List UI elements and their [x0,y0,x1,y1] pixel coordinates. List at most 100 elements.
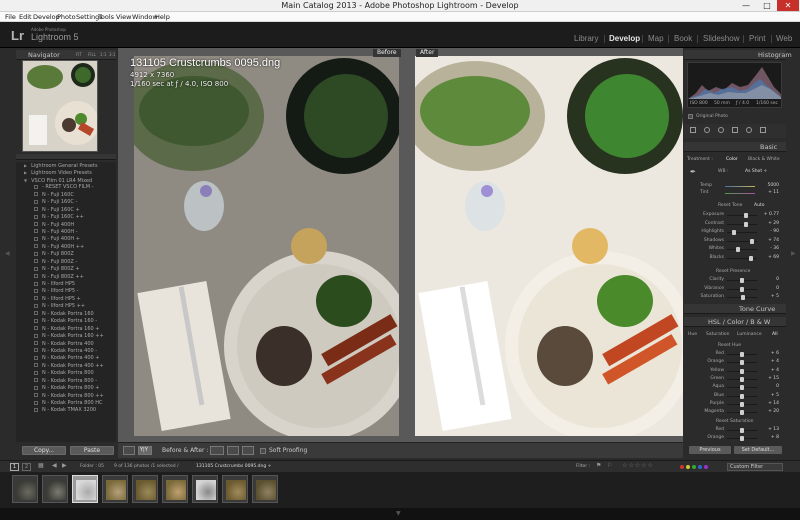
preset-item[interactable]: N - Fuji 800Z + [16,266,116,273]
preset-item[interactable]: N - Fuji 160C [16,192,116,199]
preset-item[interactable]: N - Kodak Portra 800 - [16,378,116,385]
module-library[interactable]: Library [574,34,598,43]
slider-knob[interactable] [740,436,744,441]
menu-photo[interactable]: Photo [57,13,76,21]
back-arrow-icon[interactable]: ◀ [52,462,57,469]
histogram-header[interactable]: Histogram [684,50,792,60]
label-purple-swatch[interactable] [704,465,708,469]
slider-track[interactable] [727,215,757,216]
slider-knob[interactable] [735,247,740,252]
set-default-button[interactable]: Set Default... [734,446,782,454]
loupe-view-button[interactable] [123,446,135,455]
temp-value[interactable]: 5000 [757,183,779,188]
right-panel-toggle-icon[interactable]: ▶ [791,250,796,257]
tint-value[interactable]: + 11 [757,190,779,195]
preset-item[interactable]: N - Fuji 160C ++ [16,214,116,221]
slider-knob[interactable] [740,352,744,357]
filmstrip-thumb[interactable] [42,475,68,503]
filmstrip-thumb[interactable] [72,475,98,503]
slider-value[interactable]: + 4 [757,368,779,373]
preset-item[interactable]: N - Fuji 400H [16,222,116,229]
slider-track[interactable] [727,249,757,250]
menu-window[interactable]: Window [132,13,158,21]
histogram[interactable]: ISO 800 50 mm ƒ / 4.0 1/160 sec [687,62,782,108]
preset-item[interactable]: N - Kodak Portra 160 [16,311,116,318]
filmstrip-thumb[interactable] [252,475,278,503]
preset-item[interactable]: N - Kodak Portra 400 - [16,348,116,355]
hsl-header[interactable]: HSL / Color / B & W [684,317,786,327]
menu-develop[interactable]: Develop [33,13,60,21]
soft-proofing-checkbox[interactable] [260,448,266,454]
zoom-1-1[interactable]: 1:1 [100,52,106,57]
preset-item[interactable]: N - Ilford HP5 - [16,288,116,295]
slider-knob[interactable] [731,230,736,235]
menu-file[interactable]: File [5,13,16,21]
preset-item[interactable]: N - Kodak Portra 400 + [16,355,116,362]
radial-filter-icon[interactable] [746,127,752,133]
label-red-swatch[interactable] [680,465,684,469]
slider-value[interactable]: + 13 [757,427,779,432]
slider-value[interactable]: + 5 [757,294,779,299]
slider-knob[interactable] [740,360,744,366]
adjustment-brush-icon[interactable] [760,127,766,133]
flag-icon[interactable]: ⚑ [596,462,601,469]
preset-item[interactable]: N - Kodak TMAX 3200 [16,407,116,414]
slider-value[interactable]: + 15 [757,376,779,381]
preset-item[interactable]: N - Kodak Portra 800 [16,370,116,377]
preset-item[interactable]: N - Kodak Portra 160 - [16,318,116,325]
slider-knob[interactable] [740,393,744,399]
preset-item[interactable]: N - Fuji 800Z - [16,259,116,266]
zoom-fit[interactable]: FIT [76,52,82,57]
minimize-icon[interactable]: — [735,0,757,11]
preset-item[interactable]: ▼ VSCO Film 01 LR4 Mixed [16,177,116,184]
slider-knob[interactable] [740,286,744,292]
module-slideshow[interactable]: Slideshow [703,34,739,43]
wb-eyedropper-icon[interactable]: ✒ [690,168,696,176]
hsl-tab-hue[interactable]: Hue [688,332,697,337]
module-web[interactable]: Web [776,34,792,43]
zoom-3-1[interactable]: 3:1 [109,52,115,57]
page-1-button[interactable]: 1 [10,463,19,471]
temp-slider[interactable] [725,186,755,187]
slider-track[interactable] [727,223,757,225]
original-photo-checkbox[interactable] [688,114,693,119]
slider-knob[interactable] [740,410,744,416]
navigator-header[interactable]: Navigator FIT FILL 1:1 3:1 [16,50,116,60]
preset-item[interactable]: ▶ Lightroom Video Presets [16,169,116,176]
tint-slider[interactable] [725,193,755,194]
preset-item[interactable]: N - Ilford HP5 ++ [16,303,116,310]
slider-knob[interactable] [740,278,744,283]
before-image[interactable] [134,56,399,436]
crop-tool-icon[interactable] [690,127,696,133]
slider-knob[interactable] [743,221,748,227]
preset-item[interactable]: N - Kodak Portra 800 + [16,385,116,392]
copy-before-to-after-button[interactable] [242,446,254,455]
slider-knob[interactable] [749,238,754,244]
preset-item[interactable]: N - Fuji 800Z [16,251,116,258]
copy-button[interactable]: Copy... [22,446,66,455]
filmstrip-thumb[interactable] [192,475,218,503]
preset-item[interactable]: - RESET VSCO FILM - [16,184,116,191]
navigator-preview[interactable] [22,60,98,152]
preset-item[interactable]: N - Fuji 160C + [16,207,116,214]
preset-item[interactable]: N - Fuji 800Z ++ [16,274,116,281]
rating-filter-stars[interactable]: ☆☆☆☆☆ [622,462,654,469]
tone-curve-header[interactable]: Tone Curve [684,304,786,314]
preset-item[interactable]: N - Kodak Portra 800 ++ [16,393,116,400]
preset-item[interactable]: N - Fuji 160C - [16,199,116,206]
page-2-button[interactable]: 2 [22,463,31,471]
unflag-icon[interactable]: ⚐ [607,462,612,469]
slider-knob[interactable] [743,213,748,218]
spot-removal-icon[interactable] [704,127,710,133]
module-print[interactable]: Print [749,34,765,43]
menu-tools[interactable]: Tools [98,13,114,21]
preset-item[interactable]: N - Ilford HP5 + [16,296,116,303]
copy-after-to-before-button[interactable] [227,446,239,455]
slider-knob[interactable] [740,401,744,407]
slider-value[interactable]: 0 [757,384,779,389]
slider-knob[interactable] [740,428,744,433]
graduated-filter-icon[interactable] [732,127,738,133]
module-map[interactable]: Map [648,34,664,43]
slider-value[interactable]: + 29 [757,221,779,226]
slider-value[interactable]: 0 [757,286,779,291]
